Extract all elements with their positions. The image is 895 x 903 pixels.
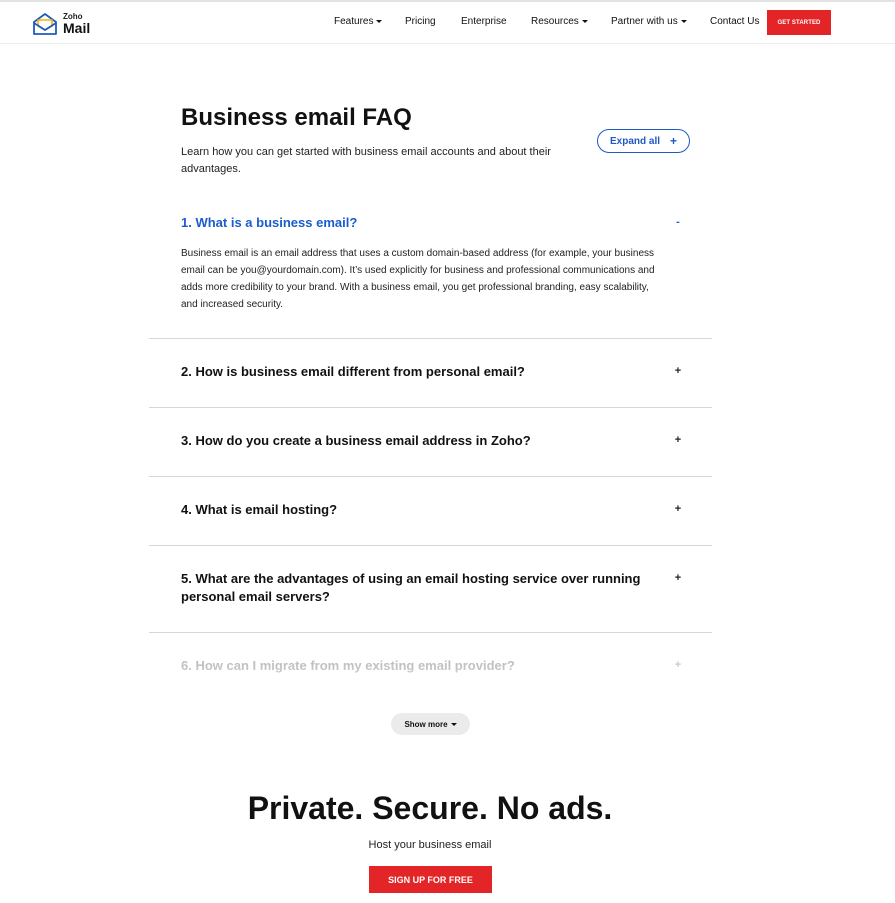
expand-icon[interactable]: + [673, 365, 683, 377]
nav-enterprise[interactable]: Enterprise [461, 16, 507, 27]
caret-down-icon [680, 20, 687, 23]
main-nav: Features Pricing Enterprise Resources Pa… [0, 2, 895, 44]
expand-all-label: Expand all [609, 135, 660, 147]
nav-features[interactable]: Features [334, 16, 383, 27]
get-started-button[interactable]: GET STARTED [767, 10, 831, 35]
caret-down-icon [376, 20, 383, 23]
nav-partner[interactable]: Partner with us [611, 16, 687, 27]
faq-subtitle: Learn how you can get started with busin… [181, 146, 551, 175]
nav-enterprise-label: Enterprise [461, 16, 507, 27]
expand-icon[interactable]: + [673, 503, 683, 515]
faq-divider [149, 545, 712, 546]
show-more-label: Show more [404, 719, 448, 729]
faq-divider [149, 338, 712, 339]
nav-pricing-label: Pricing [405, 16, 436, 27]
sign-up-button[interactable]: SIGN UP FOR FREE [369, 866, 492, 893]
nav-resources[interactable]: Resources [531, 16, 588, 27]
faq-question-2[interactable]: 2. How is business email different from … [181, 363, 525, 381]
caret-down-icon [450, 722, 457, 726]
show-more-button[interactable]: Show more [391, 713, 470, 735]
faq-question-3[interactable]: 3. How do you create a business email ad… [181, 432, 531, 450]
nav-features-label: Features [334, 16, 374, 27]
expand-icon[interactable]: + [673, 572, 683, 584]
promo-title: Private. Secure. No ads. [247, 790, 613, 826]
faq-question-1[interactable]: 1. What is a business email? [181, 214, 357, 232]
plus-icon: + [670, 134, 678, 148]
faq-title: Business email FAQ [181, 104, 412, 131]
nav-contact[interactable]: Contact Us [710, 16, 759, 27]
faq-answer-1: Business email is an email address that … [181, 248, 655, 310]
nav-pricing[interactable]: Pricing [405, 16, 436, 27]
faq-question-6[interactable]: 6. How can I migrate from my existing em… [181, 657, 515, 675]
nav-contact-label: Contact Us [710, 16, 760, 27]
faq-divider [149, 476, 712, 477]
faq-question-4[interactable]: 4. What is email hosting? [181, 501, 337, 519]
collapse-icon[interactable]: - [673, 216, 683, 228]
expand-all-button[interactable]: Expand all + [597, 129, 690, 153]
nav-resources-label: Resources [531, 16, 579, 27]
faq-divider [149, 407, 712, 408]
nav-partner-label: Partner with us [611, 16, 678, 27]
faq-divider [149, 632, 712, 633]
expand-icon[interactable]: + [673, 659, 683, 671]
promo-subtitle: Host your business email [368, 839, 492, 851]
expand-icon[interactable]: + [673, 434, 683, 446]
faq-question-5[interactable]: 5. What are the advantages of using an e… [181, 570, 641, 606]
caret-down-icon [581, 20, 588, 23]
site-header: Zoho Mail Features Pricing Enterprise Re… [0, 2, 895, 44]
